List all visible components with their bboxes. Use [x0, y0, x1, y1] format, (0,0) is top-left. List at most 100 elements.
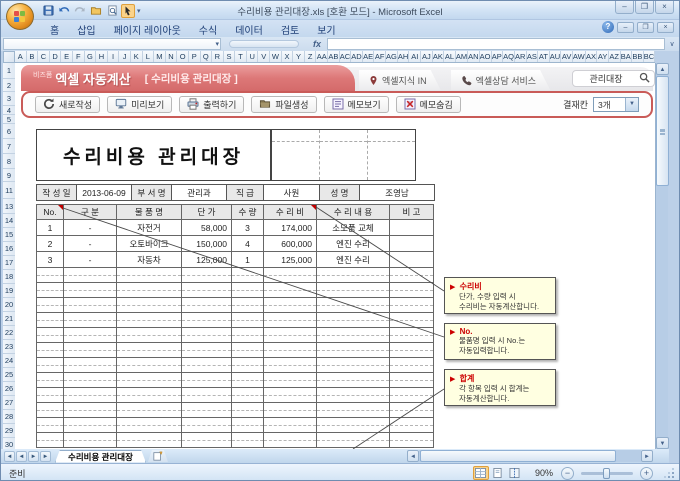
column-header-AO[interactable]: AO	[480, 51, 492, 63]
column-header-AF[interactable]: AF	[374, 51, 386, 63]
zoom-slider-thumb[interactable]	[603, 468, 610, 479]
table-cell[interactable]: 174,000	[264, 220, 317, 236]
workbook-minimize-button[interactable]: –	[617, 22, 634, 33]
table-cell[interactable]	[182, 298, 232, 313]
table-cell[interactable]	[182, 343, 232, 358]
table-cell[interactable]	[232, 358, 264, 373]
table-cell[interactable]	[182, 283, 232, 298]
table-cell[interactable]	[117, 343, 182, 358]
row-header-15[interactable]: 15	[3, 228, 15, 242]
search-input[interactable]: 관리대장	[573, 72, 639, 85]
column-header-AQ[interactable]: AQ	[503, 51, 515, 63]
table-cell[interactable]	[390, 388, 434, 403]
column-header-A[interactable]: A	[15, 51, 27, 63]
row-header-7[interactable]: 7	[3, 139, 15, 154]
table-cell[interactable]	[264, 343, 317, 358]
column-header-AM[interactable]: AM	[456, 51, 468, 63]
table-cell[interactable]	[182, 403, 232, 418]
table-cell[interactable]	[317, 358, 390, 373]
table-cell[interactable]: 58,000	[182, 220, 232, 236]
fx-icon[interactable]: fx	[313, 39, 321, 49]
table-cell[interactable]	[232, 433, 264, 448]
column-header-AH[interactable]: AH	[398, 51, 410, 63]
zoom-out-icon[interactable]: −	[561, 467, 574, 480]
column-header-F[interactable]: F	[73, 51, 85, 63]
column-header-Q[interactable]: Q	[201, 51, 213, 63]
hscroll-thumb[interactable]	[420, 450, 616, 462]
row-header-9[interactable]: 9	[3, 169, 15, 182]
table-cell[interactable]	[64, 268, 117, 283]
table-cell[interactable]	[232, 418, 264, 433]
table-cell[interactable]	[390, 403, 434, 418]
table-cell[interactable]	[390, 313, 434, 328]
table-col-header-6[interactable]: 수 리 비	[264, 205, 317, 220]
banner-tab-1[interactable]: 엑셀지식 IN	[359, 70, 441, 90]
table-cell[interactable]	[117, 403, 182, 418]
table-cell[interactable]	[264, 328, 317, 343]
table-cell[interactable]	[182, 328, 232, 343]
column-header-AG[interactable]: AG	[386, 51, 398, 63]
column-header-I[interactable]: I	[108, 51, 120, 63]
table-cell[interactable]	[264, 268, 317, 283]
row-header-29[interactable]: 29	[3, 424, 15, 438]
table-col-header-1[interactable]: No.	[37, 205, 64, 220]
table-cell[interactable]	[64, 388, 117, 403]
prev-sheet-icon[interactable]: ◄	[16, 451, 27, 462]
column-header-AK[interactable]: AK	[433, 51, 445, 63]
table-cell[interactable]	[37, 358, 64, 373]
table-cell[interactable]	[37, 373, 64, 388]
table-cell[interactable]	[264, 283, 317, 298]
zoom-slider[interactable]	[581, 472, 633, 475]
column-header-B[interactable]: B	[27, 51, 39, 63]
ribbon-tab-1[interactable]: 홈	[41, 20, 68, 37]
table-cell[interactable]	[390, 373, 434, 388]
table-cell[interactable]	[390, 220, 434, 236]
table-cell[interactable]	[264, 388, 317, 403]
table-cell[interactable]	[232, 388, 264, 403]
table-cell[interactable]	[264, 298, 317, 313]
column-header-W[interactable]: W	[270, 51, 282, 63]
table-cell[interactable]: 소모품 교체	[317, 220, 390, 236]
row-header-25[interactable]: 25	[3, 368, 15, 382]
table-cell[interactable]: 4	[232, 236, 264, 252]
table-cell[interactable]	[117, 283, 182, 298]
table-cell[interactable]	[390, 236, 434, 252]
table-cell[interactable]	[317, 388, 390, 403]
column-header-AN[interactable]: AN	[468, 51, 480, 63]
table-cell[interactable]	[182, 373, 232, 388]
table-cell[interactable]	[232, 373, 264, 388]
table-cell[interactable]	[390, 283, 434, 298]
info-value-4[interactable]: 조영남	[360, 185, 434, 200]
table-cell[interactable]	[390, 358, 434, 373]
column-header-AL[interactable]: AL	[444, 51, 456, 63]
row-header-22[interactable]: 22	[3, 326, 15, 340]
table-cell[interactable]	[64, 328, 117, 343]
table-cell[interactable]	[182, 268, 232, 283]
table-cell[interactable]	[317, 343, 390, 358]
document-title[interactable]: 수리비용 관리대장	[36, 129, 271, 181]
row-header-23[interactable]: 23	[3, 340, 15, 354]
ribbon-tab-5[interactable]: 데이터	[226, 20, 272, 37]
table-col-header-8[interactable]: 비 고	[390, 205, 434, 220]
table-cell[interactable]	[317, 268, 390, 283]
column-header-N[interactable]: N	[166, 51, 178, 63]
table-cell[interactable]	[390, 268, 434, 283]
column-header-AI[interactable]: AI	[409, 51, 421, 63]
table-cell[interactable]	[37, 328, 64, 343]
row-header-11[interactable]: 11	[3, 182, 15, 199]
ribbon-tab-3[interactable]: 페이지 레이아웃	[105, 20, 190, 37]
column-header-BC[interactable]: BC	[644, 51, 655, 63]
column-header-AS[interactable]: AS	[527, 51, 539, 63]
table-col-header-7[interactable]: 수 리 내 용	[317, 205, 390, 220]
column-header-U[interactable]: U	[247, 51, 259, 63]
table-cell[interactable]	[390, 328, 434, 343]
hscroll-left-icon[interactable]: ◄	[407, 450, 419, 462]
approval-box[interactable]	[271, 129, 416, 181]
name-box[interactable]: ▾	[3, 38, 221, 50]
table-cell[interactable]	[317, 433, 390, 448]
column-header-E[interactable]: E	[61, 51, 73, 63]
table-cell[interactable]	[317, 313, 390, 328]
row-header-1[interactable]: 1	[3, 63, 15, 79]
toolbar-button-6[interactable]: 메모숨김	[396, 96, 461, 113]
table-cell[interactable]	[117, 358, 182, 373]
